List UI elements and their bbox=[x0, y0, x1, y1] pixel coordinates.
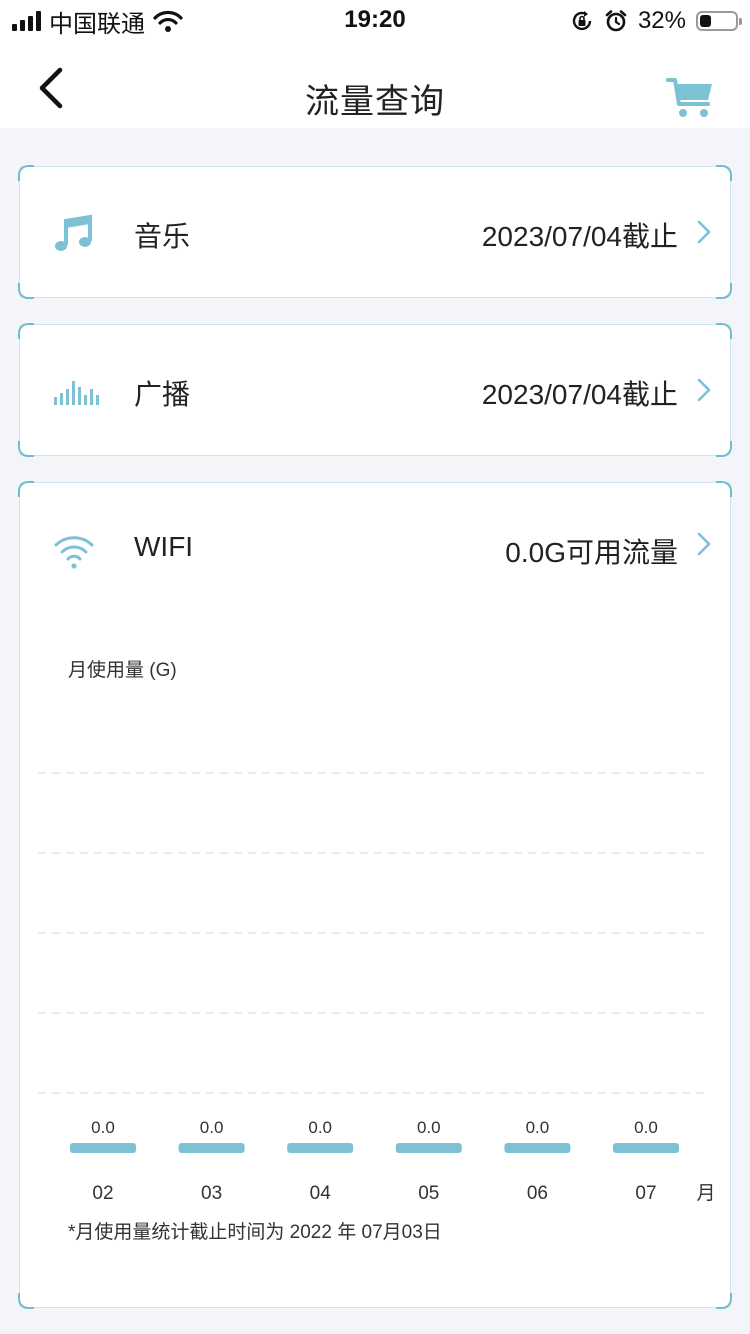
bar bbox=[287, 1143, 354, 1153]
battery-icon bbox=[696, 11, 742, 31]
battery-percent: 32% bbox=[637, 7, 686, 34]
rotation-lock-icon bbox=[572, 11, 592, 31]
cart-button[interactable] bbox=[666, 74, 716, 120]
card-corner bbox=[18, 165, 34, 181]
x-tick-label: 07 bbox=[635, 1183, 656, 1204]
bar-value-label: 0.0 bbox=[200, 1118, 224, 1137]
card-corner bbox=[18, 441, 34, 457]
music-label: 音乐 bbox=[134, 221, 191, 252]
x-tick-label: 02 bbox=[92, 1183, 113, 1204]
status-bar: 中国联通 19:20 32% bbox=[0, 0, 750, 44]
card-corner bbox=[716, 165, 732, 181]
chart-x-axis-label: 月 bbox=[696, 1183, 715, 1204]
nav-bar: 流量查询 bbox=[0, 44, 750, 128]
bar bbox=[178, 1143, 245, 1153]
card-corner bbox=[716, 1293, 732, 1309]
card-corner bbox=[18, 1293, 34, 1309]
card-corner bbox=[716, 441, 732, 457]
chevron-right-icon bbox=[697, 220, 711, 244]
bar-value-label: 0.0 bbox=[634, 1118, 658, 1137]
battery-level bbox=[700, 15, 711, 27]
bar bbox=[395, 1143, 462, 1153]
broadcast-bars-icon bbox=[54, 381, 99, 405]
chevron-right-icon bbox=[697, 378, 711, 402]
broadcast-expiry: 2023/07/04截止 bbox=[481, 379, 678, 410]
music-card[interactable]: 音乐 2023/07/04截止 bbox=[18, 165, 732, 299]
bar bbox=[504, 1143, 571, 1153]
card-corner bbox=[18, 323, 34, 339]
x-tick-label: 03 bbox=[201, 1183, 222, 1204]
x-tick-label: 04 bbox=[310, 1183, 332, 1204]
music-expiry: 2023/07/04截止 bbox=[481, 221, 678, 252]
bar-value-label: 0.0 bbox=[526, 1118, 550, 1137]
status-right: 32% bbox=[570, 6, 742, 36]
card-corner bbox=[716, 323, 732, 339]
bar-value-label: 0.0 bbox=[308, 1118, 332, 1137]
bar-value-label: 0.0 bbox=[91, 1118, 115, 1137]
wifi-card: WIFI 0.0G可用流量 月使用量 (G) 0.0 02 0.0 03 0.0 04 0.… bbox=[18, 481, 732, 1309]
alarm-icon bbox=[605, 10, 627, 32]
broadcast-label: 广播 bbox=[134, 379, 191, 410]
broadcast-card[interactable]: 广播 2023/07/04截止 bbox=[18, 323, 732, 457]
x-tick-label: 06 bbox=[527, 1183, 548, 1204]
bar-value-label: 0.0 bbox=[417, 1118, 441, 1137]
card-corner bbox=[18, 283, 34, 299]
bar bbox=[613, 1143, 679, 1153]
page-title: 流量查询 bbox=[305, 83, 445, 121]
music-note-icon bbox=[55, 214, 92, 251]
usage-footnote: *月使用量统计截止时间为 2022 年 07月03日 bbox=[68, 1222, 442, 1243]
shopping-cart-icon bbox=[666, 78, 712, 117]
x-tick-label: 05 bbox=[418, 1183, 439, 1204]
card-corner bbox=[716, 283, 732, 299]
monthly-usage-chart: 0.0 02 0.0 03 0.0 04 0.0 05 0.0 06 0.0 07 月 bbox=[38, 772, 716, 1204]
bar bbox=[70, 1143, 136, 1153]
